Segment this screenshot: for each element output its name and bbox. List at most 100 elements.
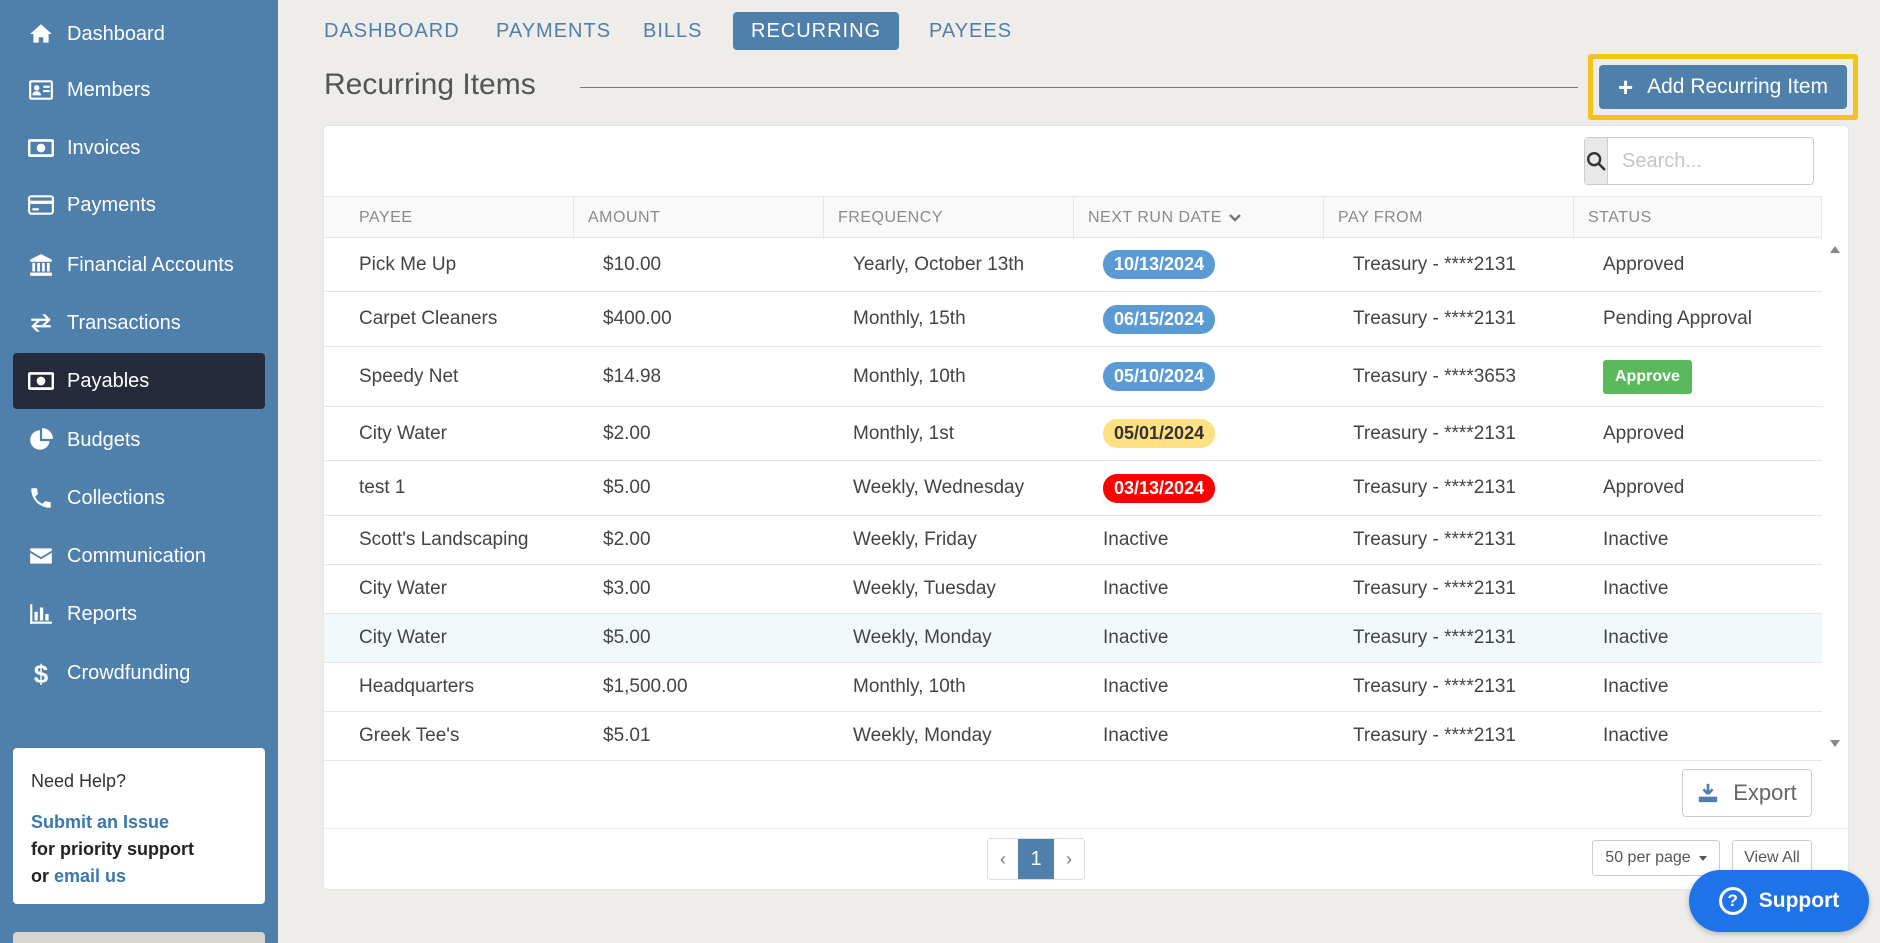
sidebar-item-dashboard[interactable]: Dashboard xyxy=(13,6,265,62)
pay-from-cell: Treasury - ****2131 xyxy=(1353,627,1516,648)
table-cell: Weekly, Monday xyxy=(824,614,992,662)
column-header-label: FREQUENCY xyxy=(838,209,943,226)
payee-cell: City Water xyxy=(359,422,447,444)
download-icon xyxy=(1699,783,1718,803)
column-header-payee[interactable]: PAYEE xyxy=(324,197,574,239)
sidebar-item-transactions[interactable]: Transactions xyxy=(13,295,265,351)
column-header-amount[interactable]: AMOUNT xyxy=(574,197,824,239)
scroll-up-icon[interactable] xyxy=(1830,246,1840,253)
export-button[interactable]: Export xyxy=(1682,769,1812,817)
table-cell: Monthly, 1st xyxy=(824,407,954,460)
table-row[interactable]: Greek Tee's $5.01 Weekly, Monday Inactive Tr… xyxy=(324,712,1822,761)
scroll-down-icon[interactable] xyxy=(1830,740,1840,747)
sidebar-item-financial-accounts[interactable]: Financial Accounts xyxy=(13,237,265,293)
tab-recurring[interactable]: RECURRING xyxy=(733,12,900,50)
search-icon[interactable] xyxy=(1585,138,1608,184)
table-cell: 06/15/2024 xyxy=(1074,292,1216,346)
amount-cell: $400.00 xyxy=(603,308,672,329)
table-row[interactable]: Speedy Net $14.98 Monthly, 10th 05/10/2024 T… xyxy=(324,347,1822,407)
table-scrollbar[interactable] xyxy=(1824,238,1846,758)
caret-down-icon xyxy=(1698,855,1707,861)
approve-button[interactable]: Approve xyxy=(1603,359,1692,394)
exchange-icon xyxy=(27,309,55,337)
search-input[interactable] xyxy=(1608,138,1880,184)
sidebar-item-label: Reports xyxy=(67,602,138,625)
pie-chart-icon xyxy=(27,426,55,454)
sidebar: Dashboard Members Invoices Payments Financia… xyxy=(0,0,278,943)
tab-bills[interactable]: BILLS xyxy=(625,12,720,50)
next-run-date-cell: Inactive xyxy=(1103,578,1169,599)
sidebar-item-invoices[interactable]: Invoices xyxy=(13,120,265,176)
sidebar-item-crowdfunding[interactable]: $ Crowdfunding xyxy=(13,645,265,701)
pay-from-cell: Treasury - ****3653 xyxy=(1353,365,1516,387)
amount-cell: $14.98 xyxy=(603,365,662,387)
sidebar-item-label: Transactions xyxy=(67,311,181,334)
sidebar-item-label: Dashboard xyxy=(67,22,165,45)
table-row[interactable]: City Water $2.00 Monthly, 1st 05/01/2024 Tre… xyxy=(324,407,1822,461)
column-header-status[interactable]: STATUS xyxy=(1574,197,1822,239)
sidebar-item-payments[interactable]: Payments xyxy=(13,177,265,233)
table-row[interactable]: City Water $3.00 Weekly, Tuesday Inactive Tr… xyxy=(324,565,1822,614)
table-cell: $1,500.00 xyxy=(574,663,688,711)
add-button-highlight: + Add Recurring Item xyxy=(1588,54,1858,120)
sidebar-item-collections[interactable]: Collections xyxy=(13,470,265,526)
add-recurring-item-button[interactable]: + Add Recurring Item xyxy=(1599,65,1847,109)
table-row[interactable]: Carpet Cleaners $400.00 Monthly, 15th 06/15… xyxy=(324,292,1822,347)
column-header-frequency[interactable]: FREQUENCY xyxy=(824,197,1074,239)
next-run-date-cell: Inactive xyxy=(1103,725,1169,746)
sidebar-item-members[interactable]: Members xyxy=(13,62,265,118)
table-cell: $2.00 xyxy=(574,516,651,564)
column-header-pay-from[interactable]: PAY FROM xyxy=(1324,197,1574,239)
email-us-link[interactable]: email us xyxy=(54,866,126,886)
sidebar-item-payables[interactable]: Payables xyxy=(13,353,265,409)
per-page-select[interactable]: 50 per page xyxy=(1592,840,1720,876)
table-cell: Inactive xyxy=(1574,663,1668,711)
amount-cell: $5.00 xyxy=(603,477,651,498)
amount-cell: $3.00 xyxy=(603,578,651,599)
pay-from-cell: Treasury - ****2131 xyxy=(1353,578,1516,599)
sidebar-bottom-panel xyxy=(13,932,265,943)
export-label: Export xyxy=(1733,780,1797,805)
pay-from-cell: Treasury - ****2131 xyxy=(1353,529,1516,550)
amount-cell: $2.00 xyxy=(603,422,651,444)
payee-cell: City Water xyxy=(359,627,447,648)
sidebar-item-reports[interactable]: Reports xyxy=(13,586,265,642)
table-cell: Treasury - ****2131 xyxy=(1324,663,1516,711)
table-row[interactable]: City Water $5.00 Weekly, Monday Inactive Tre… xyxy=(324,614,1822,663)
table-row[interactable]: Scott's Landscaping $2.00 Weekly, Friday In… xyxy=(324,516,1822,565)
amount-cell: $5.01 xyxy=(603,725,651,746)
table-cell: 10/13/2024 xyxy=(1074,238,1216,291)
tab-dashboard[interactable]: DASHBOARD xyxy=(306,12,478,50)
title-divider xyxy=(580,87,1578,88)
next-run-date-cell: Inactive xyxy=(1103,676,1169,697)
prev-page-button[interactable]: ‹ xyxy=(988,839,1018,879)
status-cell: Inactive xyxy=(1603,529,1669,550)
column-header-next-run-date[interactable]: NEXT RUN DATE xyxy=(1074,197,1324,239)
page-1-button[interactable]: 1 xyxy=(1018,839,1054,879)
table-cell: $5.00 xyxy=(574,614,651,662)
submit-issue-link[interactable]: Submit an Issue xyxy=(31,812,169,832)
column-header-label: AMOUNT xyxy=(588,209,661,226)
table-row[interactable]: test 1 $5.00 Weekly, Wednesday 03/13/2024 Tr… xyxy=(324,461,1822,516)
tab-payments[interactable]: PAYMENTS xyxy=(478,12,629,50)
next-page-button[interactable]: › xyxy=(1054,839,1084,879)
footer-divider xyxy=(324,828,1848,829)
table-cell: Approve xyxy=(1574,347,1692,406)
bank-icon xyxy=(27,251,55,279)
frequency-cell: Monthly, 1st xyxy=(853,422,955,444)
table-row[interactable]: Headquarters $1,500.00 Monthly, 10th Inacti… xyxy=(324,663,1822,712)
frequency-cell: Monthly, 10th xyxy=(853,676,966,697)
tab-payees[interactable]: PAYEES xyxy=(911,12,1030,50)
table-cell: Treasury - ****2131 xyxy=(1324,407,1516,460)
table-cell: Treasury - ****2131 xyxy=(1324,565,1516,613)
sidebar-item-label: Crowdfunding xyxy=(67,661,191,684)
sidebar-item-communication[interactable]: Communication xyxy=(13,528,265,584)
table-cell: Inactive xyxy=(1074,516,1168,564)
table-row[interactable]: Pick Me Up $10.00 Yearly, October 13th 10/1… xyxy=(324,238,1822,292)
table-cell: Approved xyxy=(1574,407,1684,460)
table-cell: $10.00 xyxy=(574,238,661,291)
status-cell: Inactive xyxy=(1603,627,1669,648)
frequency-cell: Yearly, October 13th xyxy=(853,253,1025,275)
sidebar-item-budgets[interactable]: Budgets xyxy=(13,412,265,468)
support-button[interactable]: ? Support xyxy=(1689,870,1869,932)
